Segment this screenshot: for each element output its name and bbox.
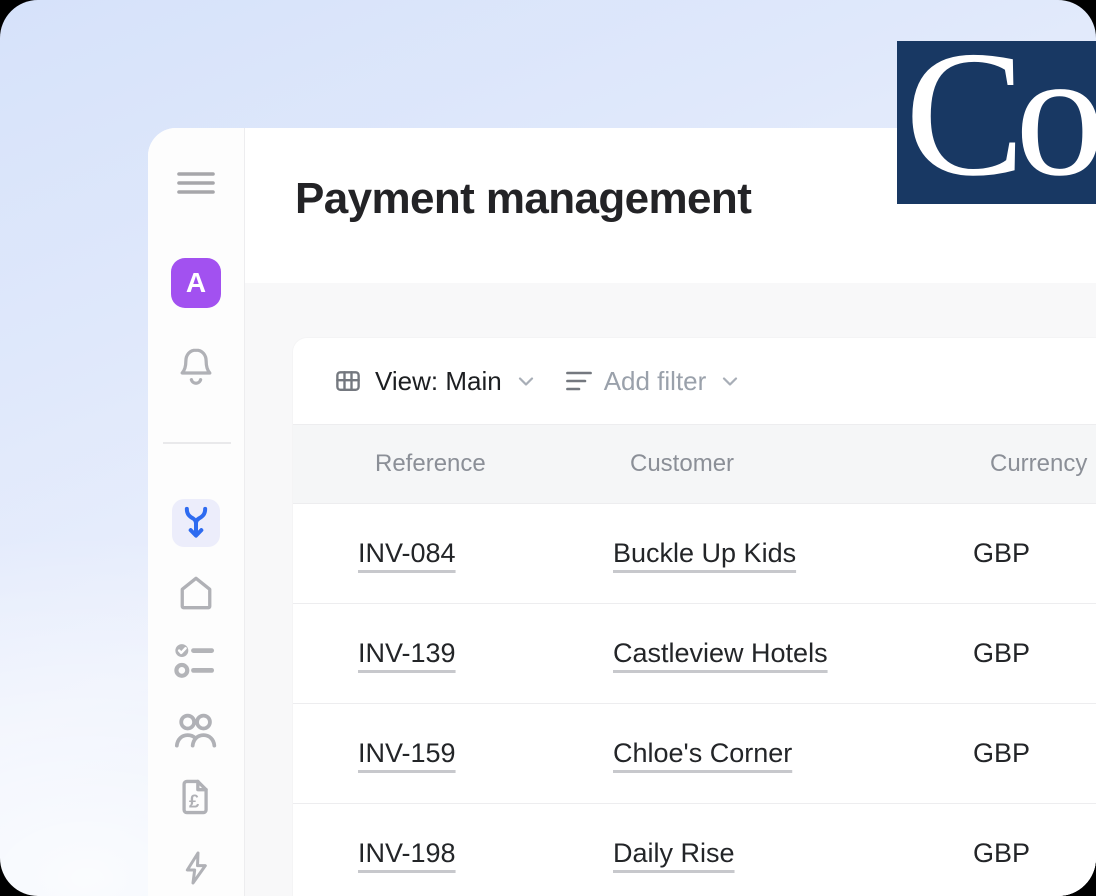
table-row: INV-139 Castleview Hotels GBP (293, 604, 1096, 704)
add-filter-button[interactable]: Add filter (565, 365, 743, 397)
reference-link[interactable]: INV-159 (358, 738, 456, 769)
reference-link[interactable]: INV-084 (358, 538, 456, 569)
sidebar-item-payments-active[interactable] (172, 499, 220, 547)
table-toolbar: View: Main Add filter (293, 338, 1096, 425)
customer-link[interactable]: Buckle Up Kids (613, 538, 796, 569)
task-list-icon (174, 644, 215, 678)
brand-logo-text: Co (905, 41, 1096, 204)
column-header-customer: Customer (630, 450, 735, 477)
currency-value: GBP (973, 538, 1031, 568)
currency-value: GBP (973, 638, 1031, 668)
sidebar-item-customers[interactable] (170, 708, 222, 754)
sidebar-item-actions[interactable] (174, 842, 218, 894)
content-area: View: Main Add filter Reference Customer… (245, 283, 1096, 896)
reference-link[interactable]: INV-198 (358, 838, 456, 869)
add-filter-label: Add filter (603, 365, 707, 396)
main-content: Payment management View: Main Add filter… (245, 128, 1096, 896)
app-logo[interactable]: A (171, 258, 221, 308)
bell-icon (180, 348, 212, 385)
users-icon (174, 713, 217, 748)
reference-link[interactable]: INV-139 (358, 638, 456, 669)
table-row: INV-159 Chloe's Corner GBP (293, 704, 1096, 804)
customer-link[interactable]: Castleview Hotels (613, 638, 828, 669)
column-header-currency: Currency (990, 450, 1088, 477)
screenshot-canvas: A £ Payment management View: Main Add fi… (0, 0, 1096, 896)
table-icon (336, 371, 360, 391)
view-selector-label: View: Main (375, 365, 502, 396)
lightning-icon (185, 851, 207, 885)
table-header-row: Reference Customer Currency (293, 425, 1096, 504)
currency-value: GBP (973, 738, 1031, 768)
notifications-button[interactable] (172, 342, 220, 392)
sidebar-item-tasks[interactable] (171, 640, 221, 682)
menu-toggle-button[interactable] (176, 170, 216, 196)
app-logo-letter: A (185, 267, 207, 298)
home-icon (180, 576, 212, 610)
payments-panel: View: Main Add filter Reference Customer… (293, 338, 1096, 896)
column-header-reference: Reference (375, 450, 486, 477)
view-selector[interactable]: View: Main (333, 366, 538, 397)
hamburger-icon (177, 172, 215, 194)
sidebar-item-invoices[interactable]: £ (172, 773, 220, 821)
customer-link[interactable]: Chloe's Corner (613, 738, 792, 769)
sidebar-item-home[interactable] (172, 570, 220, 616)
table-row: INV-084 Buckle Up Kids GBP (293, 504, 1096, 604)
chevron-down-icon (518, 377, 533, 386)
brand-logo-overlay: Co (897, 41, 1096, 204)
table-row: INV-198 Daily Rise GBP (293, 804, 1096, 896)
currency-value: GBP (973, 838, 1031, 868)
app-window: A £ Payment management View: Main Add fi… (148, 128, 1096, 896)
table-body: INV-084 Buckle Up Kids GBP INV-139 Castl… (293, 504, 1096, 896)
sidebar-divider (163, 442, 231, 444)
customer-link[interactable]: Daily Rise (613, 838, 735, 869)
filter-lines-icon (565, 371, 592, 391)
merge-icon (184, 506, 208, 538)
svg-text:£: £ (189, 790, 199, 811)
sidebar: A £ (148, 128, 245, 896)
invoice-pound-icon: £ (182, 779, 208, 815)
chevron-down-icon (723, 377, 738, 386)
